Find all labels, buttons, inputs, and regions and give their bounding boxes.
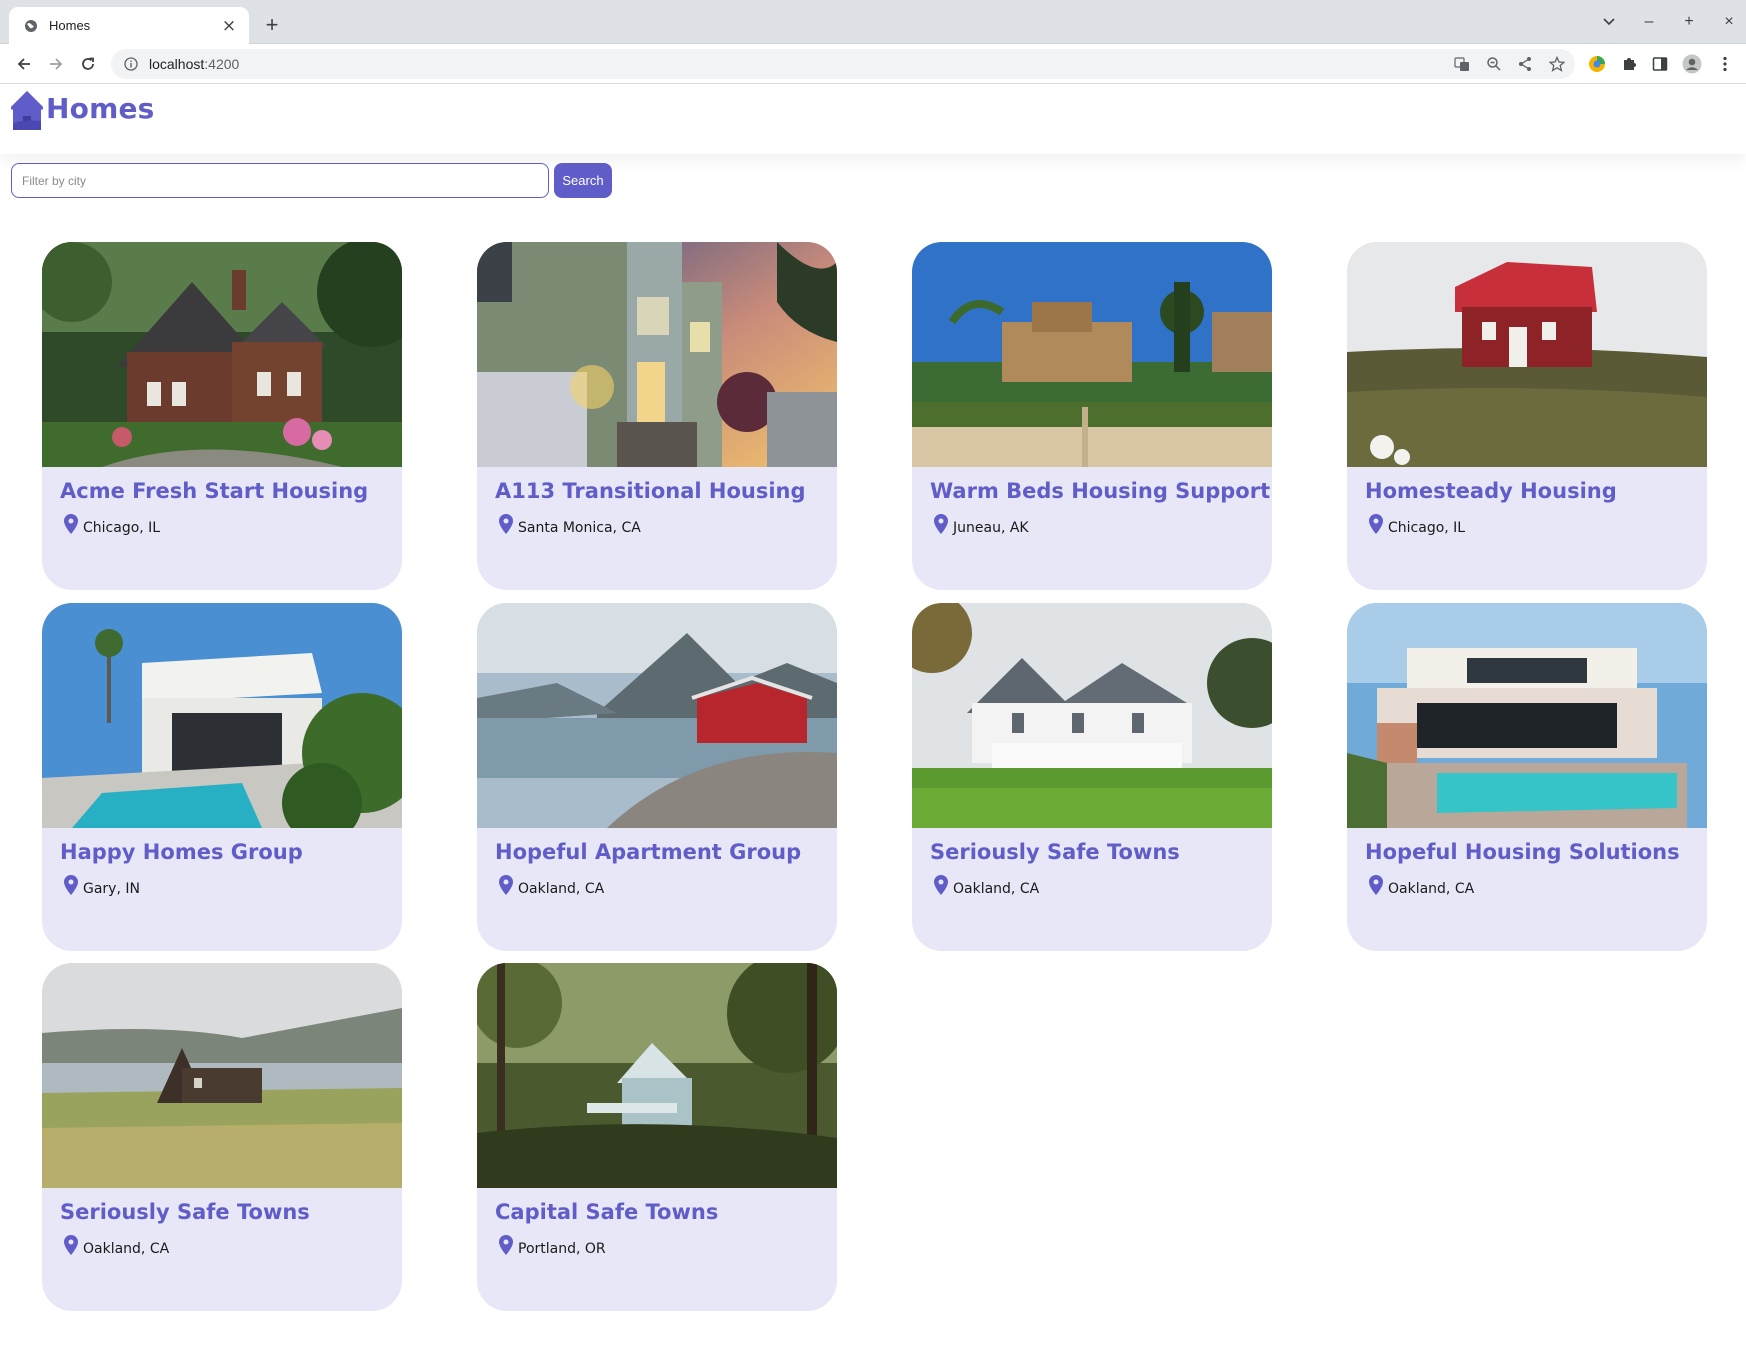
housing-card[interactable]: Homesteady Housing Chicago, IL — [1347, 242, 1707, 590]
housing-location: Santa Monica, CA — [499, 514, 641, 536]
location-pin-icon — [64, 1235, 78, 1255]
app-page: Homes Search Acme Fresh Start — [0, 84, 1746, 1353]
housing-location: Portland, OR — [499, 1235, 606, 1257]
back-arrow-icon[interactable] — [10, 50, 38, 78]
housing-name: Acme Fresh Start Housing — [60, 479, 369, 503]
housing-photo — [477, 603, 837, 828]
address-bar[interactable]: localhost:4200 — [111, 49, 1575, 79]
globe-icon — [23, 18, 39, 34]
housing-location: Juneau, AK — [934, 514, 1029, 536]
housing-photo — [912, 242, 1272, 467]
browser-toolbar: localhost:4200 — [0, 44, 1746, 84]
maximize-icon[interactable]: + — [1677, 10, 1701, 34]
side-panel-icon[interactable] — [1649, 53, 1671, 75]
housing-location: Oakland, CA — [64, 1235, 170, 1257]
housing-location: Oakland, CA — [934, 875, 1040, 897]
housing-name: Capital Safe Towns — [495, 1200, 719, 1224]
tab-title: Homes — [49, 18, 91, 33]
bookmark-star-icon[interactable] — [1547, 54, 1567, 74]
close-window-icon[interactable]: × — [1717, 10, 1741, 34]
city-filter-input[interactable] — [11, 163, 549, 198]
housing-card[interactable]: Hopeful Housing Solutions Oakland, CA — [1347, 603, 1707, 951]
housing-photo — [477, 242, 837, 467]
housing-card[interactable]: Capital Safe Towns Portland, OR — [477, 963, 837, 1311]
housing-location: Chicago, IL — [1369, 514, 1466, 536]
housing-city: Oakland, CA — [1388, 881, 1475, 897]
kebab-menu-icon[interactable] — [1714, 53, 1736, 75]
forward-arrow-icon[interactable] — [42, 50, 70, 78]
housing-location: Oakland, CA — [499, 875, 605, 897]
minimize-icon[interactable]: – — [1637, 10, 1661, 34]
profile-avatar-icon[interactable] — [1681, 53, 1703, 75]
housing-card[interactable]: Seriously Safe Towns Oakland, CA — [42, 963, 402, 1311]
housing-city: Oakland, CA — [518, 881, 605, 897]
housing-city: Oakland, CA — [83, 1241, 170, 1257]
browser-tabstrip: Homes × + – + × — [0, 0, 1746, 44]
housing-photo — [1347, 603, 1707, 828]
housing-name: Hopeful Housing Solutions — [1365, 840, 1680, 864]
housing-city: Chicago, IL — [1388, 520, 1466, 536]
housing-card[interactable]: A113 Transitional Housing Santa Monica, … — [477, 242, 837, 590]
location-pin-icon — [499, 875, 513, 895]
search-button[interactable]: Search — [554, 163, 612, 198]
brand-title: Homes — [46, 92, 155, 125]
browser-tab[interactable]: Homes × — [9, 7, 249, 44]
housing-name: Hopeful Apartment Group — [495, 840, 802, 864]
zoom-icon[interactable] — [1484, 54, 1504, 74]
location-pin-icon — [934, 875, 948, 895]
new-tab-icon[interactable]: + — [260, 12, 284, 37]
puzzle-icon[interactable] — [1618, 53, 1640, 75]
housing-photo — [912, 603, 1272, 828]
translate-icon[interactable] — [1452, 54, 1472, 74]
url-port: :4200 — [204, 56, 240, 72]
house-logo-icon — [11, 90, 43, 130]
url-host: localhost — [149, 56, 205, 72]
housing-location: Oakland, CA — [1369, 875, 1475, 897]
housing-card[interactable]: Warm Beds Housing Support Juneau, AK — [912, 242, 1272, 590]
housing-name: A113 Transitional Housing — [495, 479, 806, 503]
housing-city: Portland, OR — [518, 1241, 606, 1257]
housing-card[interactable]: Hopeful Apartment Group Oakland, CA — [477, 603, 837, 951]
close-icon[interactable]: × — [219, 16, 239, 36]
housing-location: Chicago, IL — [64, 514, 161, 536]
housing-card[interactable]: Happy Homes Group Gary, IN — [42, 603, 402, 951]
location-pin-icon — [499, 514, 513, 534]
housing-photo — [42, 963, 402, 1188]
location-pin-icon — [499, 1235, 513, 1255]
housing-location: Gary, IN — [64, 875, 140, 897]
location-pin-icon — [1369, 514, 1383, 534]
housing-photo — [477, 963, 837, 1188]
housing-city: Chicago, IL — [83, 520, 161, 536]
housing-city: Gary, IN — [83, 881, 140, 897]
reload-icon[interactable] — [74, 50, 102, 78]
app-header: Homes — [0, 84, 1746, 154]
housing-photo — [42, 603, 402, 828]
extension-color-icon[interactable] — [1586, 53, 1608, 75]
share-icon[interactable] — [1515, 54, 1535, 74]
housing-city: Oakland, CA — [953, 881, 1040, 897]
location-pin-icon — [1369, 875, 1383, 895]
housing-card[interactable]: Seriously Safe Towns Oakland, CA — [912, 603, 1272, 951]
location-pin-icon — [64, 875, 78, 895]
housing-name: Warm Beds Housing Support — [930, 479, 1271, 503]
housing-name: Happy Homes Group — [60, 840, 303, 864]
location-pin-icon — [64, 514, 78, 534]
housing-photo — [1347, 242, 1707, 467]
chevron-down-icon[interactable] — [1597, 10, 1621, 34]
housing-city: Santa Monica, CA — [518, 520, 641, 536]
housing-city: Juneau, AK — [953, 520, 1029, 536]
housing-card[interactable]: Acme Fresh Start Housing Chicago, IL — [42, 242, 402, 590]
housing-name: Seriously Safe Towns — [930, 840, 1180, 864]
search-form: Search — [11, 163, 612, 198]
info-icon[interactable] — [121, 54, 141, 74]
location-pin-icon — [934, 514, 948, 534]
url-text: localhost:4200 — [149, 56, 239, 72]
housing-photo — [42, 242, 402, 467]
housing-name: Seriously Safe Towns — [60, 1200, 310, 1224]
housing-name: Homesteady Housing — [1365, 479, 1617, 503]
